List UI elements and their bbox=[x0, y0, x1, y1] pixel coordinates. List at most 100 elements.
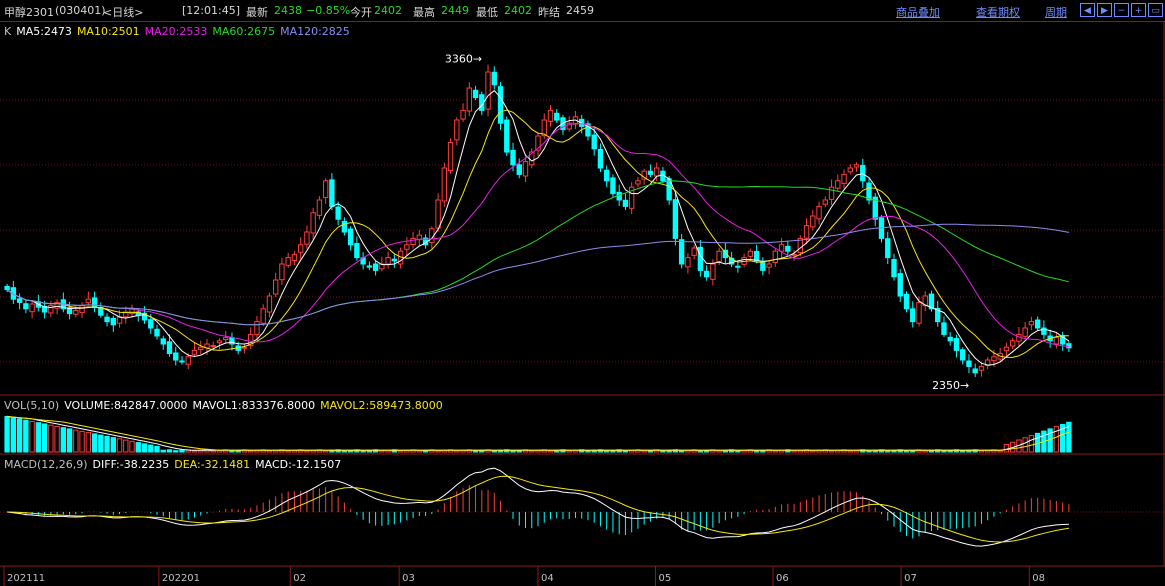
candle-body bbox=[941, 322, 947, 335]
candle-body bbox=[591, 134, 597, 150]
candle-body bbox=[404, 244, 410, 250]
candle-body bbox=[191, 349, 198, 355]
volume-bar bbox=[772, 450, 779, 453]
candle-body bbox=[198, 346, 204, 350]
volume-bar bbox=[566, 450, 572, 453]
candle-body bbox=[341, 220, 348, 233]
volume-bar bbox=[997, 450, 1003, 453]
candle-body bbox=[260, 308, 266, 324]
volume-bar bbox=[191, 450, 198, 453]
candle-body bbox=[491, 71, 497, 86]
volume-bar bbox=[922, 450, 928, 453]
candle-body bbox=[966, 360, 972, 367]
volume-bar bbox=[735, 450, 741, 453]
volume-bar bbox=[91, 433, 98, 453]
candle-body bbox=[791, 253, 797, 256]
x-axis-tick-label: 202111 bbox=[7, 573, 45, 584]
candle-body bbox=[1028, 321, 1035, 326]
volume-bar bbox=[173, 450, 179, 453]
candle-body bbox=[441, 167, 448, 202]
candle-body bbox=[485, 71, 491, 110]
ma60-line bbox=[6, 180, 1070, 326]
volume-bar bbox=[304, 450, 310, 453]
candle-body bbox=[497, 86, 504, 124]
volume-bar bbox=[60, 427, 67, 453]
candle-body bbox=[329, 179, 335, 207]
volume-bar bbox=[604, 450, 610, 453]
volume-bar bbox=[35, 422, 42, 453]
candle-body bbox=[472, 89, 479, 99]
candle-body bbox=[647, 170, 654, 175]
candle-body bbox=[354, 243, 360, 259]
volume-bar bbox=[1022, 437, 1028, 453]
volume-bar bbox=[960, 450, 966, 453]
candle-body bbox=[610, 177, 616, 195]
candle-body bbox=[510, 149, 516, 166]
candle-body bbox=[891, 259, 897, 278]
volume-bar bbox=[154, 445, 160, 453]
volume-bar bbox=[828, 450, 835, 453]
volume-bar bbox=[79, 430, 85, 453]
candle-body bbox=[241, 346, 248, 349]
volume-bar bbox=[285, 450, 291, 453]
candle-body bbox=[1009, 340, 1016, 347]
x-axis-tick-label: 05 bbox=[658, 573, 671, 584]
volume-bar bbox=[454, 450, 460, 453]
candle-body bbox=[460, 109, 466, 120]
candle-body bbox=[285, 257, 291, 266]
kline-chart-window[interactable]: 甲醇2301 (030401) <日线> [12:01:45] 最新 2438 … bbox=[0, 0, 1165, 586]
candle-body bbox=[622, 199, 629, 207]
candle-body bbox=[385, 257, 391, 265]
candle-body bbox=[853, 164, 860, 168]
candle-body bbox=[716, 250, 722, 262]
volume-bar bbox=[16, 418, 23, 453]
volume-bar bbox=[1028, 435, 1035, 453]
volume-bar bbox=[360, 450, 366, 453]
candle-body bbox=[685, 257, 691, 268]
volume-bar bbox=[48, 424, 54, 453]
candle-body bbox=[541, 119, 547, 137]
volume-bar bbox=[903, 450, 910, 453]
candle-body bbox=[841, 173, 847, 184]
candle-body bbox=[504, 119, 510, 153]
candle-body bbox=[154, 328, 160, 337]
volume-bar bbox=[116, 438, 123, 453]
candle-body bbox=[347, 228, 354, 246]
candle-body bbox=[1003, 346, 1010, 352]
candle-body bbox=[322, 180, 329, 198]
x-axis-tick-label: 04 bbox=[541, 573, 554, 584]
candle-body bbox=[760, 262, 766, 271]
volume-bar bbox=[29, 420, 35, 453]
candle-body bbox=[391, 258, 398, 262]
candle-body bbox=[104, 316, 110, 323]
volume-bar bbox=[54, 425, 60, 453]
x-axis-tick-label: 06 bbox=[776, 573, 789, 584]
candle-body bbox=[316, 199, 323, 216]
candle-body bbox=[910, 308, 916, 323]
candle-body bbox=[1034, 319, 1041, 329]
candle-body bbox=[885, 238, 891, 259]
volume-bar bbox=[123, 439, 129, 453]
candle-body bbox=[447, 141, 454, 172]
macd-dea-line bbox=[7, 475, 1069, 543]
candle-body bbox=[903, 293, 910, 310]
candle-body bbox=[860, 164, 866, 182]
candle-body bbox=[554, 112, 560, 121]
candle-body bbox=[753, 251, 760, 262]
volume-bar bbox=[322, 450, 329, 453]
price-chart-svg[interactable]: 3360→ 2350→ 202111 202201 02 03 04 05 06 07 08 bbox=[0, 0, 1165, 586]
candle-body bbox=[822, 199, 828, 205]
volume-bar bbox=[416, 450, 423, 453]
volume-bar bbox=[866, 450, 872, 453]
candle-body bbox=[947, 336, 953, 342]
candle-body bbox=[304, 231, 310, 245]
candle-body bbox=[291, 253, 298, 261]
candle-body bbox=[223, 337, 229, 341]
volume-bar bbox=[622, 450, 629, 453]
volume-bar bbox=[141, 443, 148, 453]
min-price-label: 2350→ bbox=[932, 379, 969, 392]
candle-body bbox=[691, 247, 697, 256]
candle-body bbox=[366, 265, 373, 268]
candle-body bbox=[297, 244, 304, 253]
candle-body bbox=[1053, 337, 1060, 345]
